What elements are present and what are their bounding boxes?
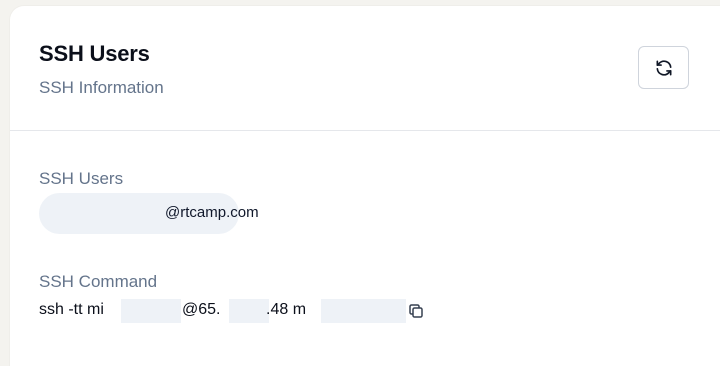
redacted-block	[321, 299, 406, 323]
ssh-users-label: SSH Users	[39, 169, 124, 188]
ssh-user-email: @rtcamp.com	[165, 204, 259, 221]
redacted-block	[229, 299, 269, 323]
redacted-block	[121, 299, 181, 323]
ssh-command-label: SSH Command	[39, 272, 158, 291]
page-subtitle: SSH Information	[39, 78, 164, 97]
copy-icon[interactable]	[407, 302, 425, 320]
refresh-icon	[654, 58, 674, 78]
ssh-command-part-1: ssh -tt mi	[39, 301, 104, 318]
page-title: SSH Users	[39, 41, 150, 66]
refresh-button[interactable]	[638, 46, 689, 89]
ssh-command-text: ssh -tt mi @65. .48 m	[39, 299, 459, 323]
ssh-command-part-3: .48 m	[266, 301, 307, 318]
ssh-users-card: SSH Users SSH Information SSH Users @rtc…	[10, 6, 720, 366]
card-header: SSH Users SSH Information	[10, 6, 720, 131]
ssh-command-part-2: @65.	[182, 301, 221, 318]
ssh-user-chip: @rtcamp.com	[39, 193, 259, 234]
